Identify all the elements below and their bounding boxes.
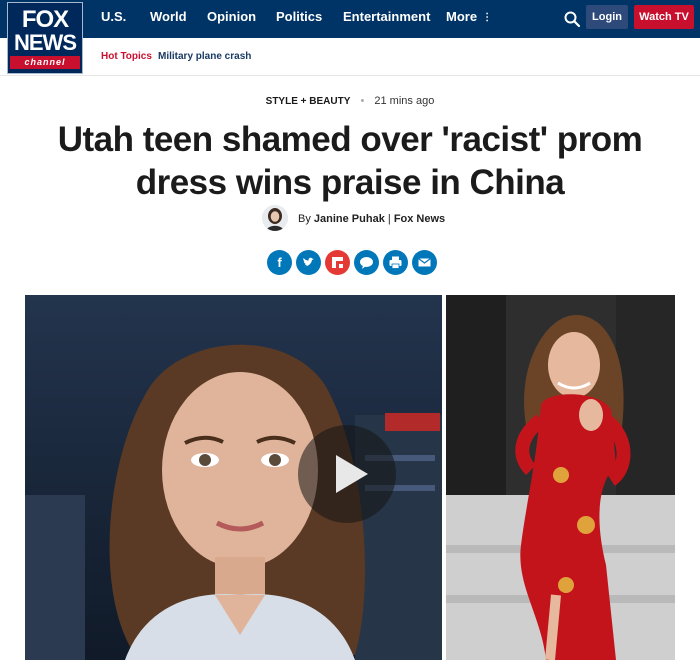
play-button[interactable]	[298, 425, 396, 523]
hot-topics-label: Hot Topics	[101, 51, 152, 62]
more-dots-icon: ⋮	[482, 12, 493, 23]
fox-news-logo[interactable]: FOX NEWS channel	[7, 2, 83, 74]
logo-strip: channel	[10, 56, 80, 69]
nav-item-politics[interactable]: Politics	[276, 0, 322, 38]
flipboard-icon[interactable]	[325, 250, 350, 275]
comment-icon[interactable]	[354, 250, 379, 275]
author-name[interactable]: Janine Puhak	[314, 213, 385, 225]
headline-line2: dress wins praise in China	[135, 163, 565, 202]
play-icon	[336, 455, 368, 493]
headline: Utah teen shamed over 'racist' prom dres…	[20, 118, 680, 204]
outlet-name[interactable]: Fox News	[394, 213, 445, 225]
nav-item-more[interactable]: More ⋮	[446, 0, 492, 38]
meta-separator: •	[360, 95, 365, 107]
article-meta: STYLE + BEAUTY • 21 mins ago	[0, 95, 700, 107]
logo-line2: NEWS	[14, 30, 77, 55]
nav-item-us[interactable]: U.S.	[101, 0, 126, 38]
nav-item-entertainment[interactable]: Entertainment	[343, 0, 430, 38]
email-icon[interactable]	[412, 250, 437, 275]
twitter-icon[interactable]	[296, 250, 321, 275]
nav-item-world[interactable]: World	[150, 0, 187, 38]
nav-more-label: More	[446, 9, 478, 24]
category-link[interactable]: STYLE + BEAUTY	[266, 96, 351, 107]
nav-item-opinion[interactable]: Opinion	[207, 0, 256, 38]
facebook-icon[interactable]: f	[267, 250, 292, 275]
login-button[interactable]: Login	[586, 5, 628, 29]
topic-link-military-plane-crash[interactable]: Military plane crash	[158, 51, 251, 62]
byline-prefix: By	[298, 213, 311, 225]
print-icon[interactable]	[383, 250, 408, 275]
logo-line1: FOX	[21, 6, 69, 33]
search-icon[interactable]	[563, 10, 581, 28]
timestamp: 21 mins ago	[374, 95, 435, 107]
author-avatar[interactable]	[262, 205, 288, 231]
watch-tv-button[interactable]: Watch TV	[634, 5, 694, 29]
byline: By Janine Puhak | Fox News	[298, 213, 445, 225]
article-photo	[446, 295, 675, 660]
headline-line1: Utah teen shamed over 'racist' prom	[57, 120, 643, 159]
